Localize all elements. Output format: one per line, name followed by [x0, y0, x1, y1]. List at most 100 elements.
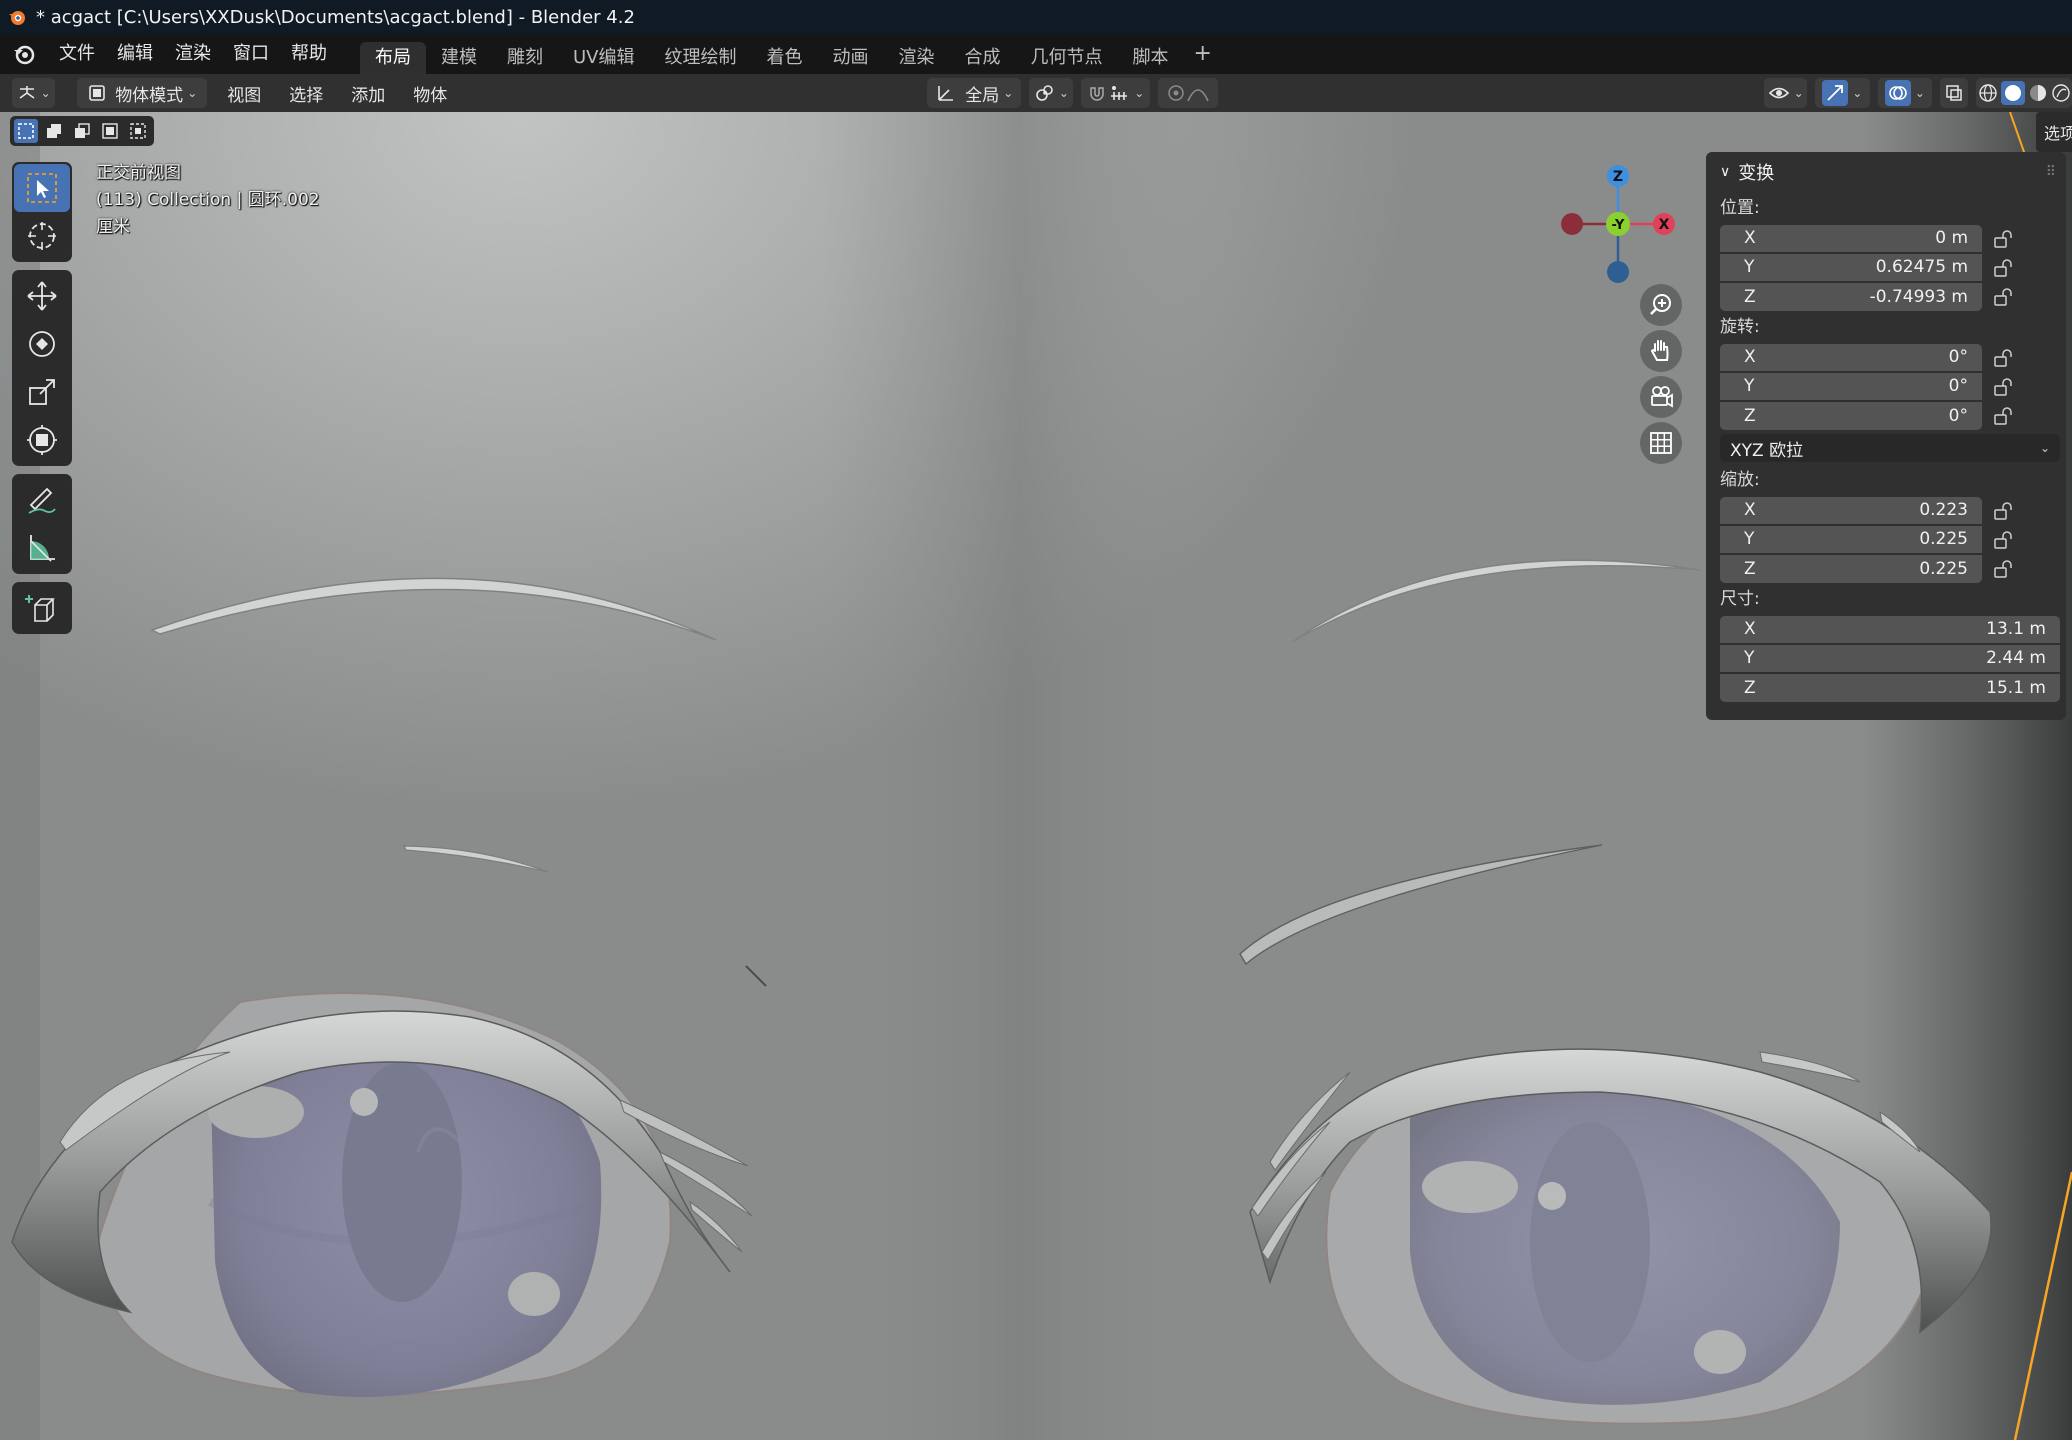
lock-icon[interactable]	[1982, 501, 2026, 520]
move-tool-icon[interactable]	[14, 272, 70, 320]
menu-add[interactable]: 添加	[337, 81, 399, 106]
top-menu-bar: 文件 编辑 渲染 窗口 帮助 布局 建模 雕刻 UV编辑 纹理绘制 着色 动画 …	[0, 34, 2072, 74]
rotation-y-row: Y 0°	[1706, 372, 2066, 401]
tab-modeling[interactable]: 建模	[426, 42, 492, 74]
dimensions-y-field[interactable]: Y 2.44 m	[1720, 644, 2060, 673]
drag-grip-icon[interactable]: ⠿	[2046, 164, 2056, 180]
tab-uv-editing[interactable]: UV编辑	[558, 42, 650, 74]
xray-toggle[interactable]	[1940, 78, 1969, 108]
transform-orientation-dropdown[interactable]: 全局 ⌄	[927, 78, 1022, 108]
lock-icon[interactable]	[1982, 377, 2026, 396]
menu-file[interactable]: 文件	[48, 34, 106, 74]
lash-strand	[745, 965, 767, 987]
menu-window[interactable]: 窗口	[222, 34, 280, 74]
scale-z-field[interactable]: Z 0.225	[1720, 554, 1982, 583]
menu-object[interactable]: 物体	[399, 81, 461, 106]
pan-hand-icon[interactable]	[1640, 330, 1682, 372]
visibility-dropdown[interactable]: ⌄	[1764, 78, 1808, 108]
navigation-gizmo[interactable]: Z X -Y	[1550, 162, 1690, 292]
tab-texture-paint[interactable]: 纹理绘制	[650, 42, 752, 74]
title-bar: * acgact [C:\Users\XXDusk\Documents\acga…	[0, 0, 2072, 34]
sidebar-transform-panel: ∨ 变换 ⠿ 位置: X 0 m Y 0.62475 m Z -0.74993 m 旋…	[1706, 152, 2066, 720]
xray-icon	[1946, 85, 1962, 101]
axis-label: Z	[1744, 677, 1756, 698]
transform-panel-header[interactable]: ∨ 变换 ⠿	[1706, 152, 2066, 192]
pivot-point-dropdown[interactable]: ⌄	[1029, 78, 1073, 108]
3d-viewport[interactable]: 正交前视图 (113) Collection | 圆环.002 厘米 Z X -…	[0, 112, 2072, 1440]
gizmo-toggle[interactable]: ⌄	[1815, 78, 1870, 108]
sidebar-tab-options[interactable]: 选项	[2036, 112, 2072, 152]
add-cube-tool-icon[interactable]	[14, 584, 70, 632]
location-x-field[interactable]: X 0 m	[1720, 224, 1982, 253]
wireframe-shading-icon[interactable]	[1978, 83, 1998, 103]
menu-edit[interactable]: 编辑	[106, 34, 164, 74]
field-value: 2.44 m	[1986, 648, 2046, 668]
lock-icon[interactable]	[1982, 348, 2026, 367]
menu-view[interactable]: 视图	[213, 81, 275, 106]
menu-select[interactable]: 选择	[275, 81, 337, 106]
solid-shading-icon[interactable]	[2000, 81, 2025, 105]
blender-menu-icon[interactable]	[0, 34, 48, 74]
scale-tool-icon[interactable]	[14, 368, 70, 416]
lock-icon[interactable]	[1982, 530, 2026, 549]
rendered-shading-icon[interactable]	[2051, 83, 2071, 103]
scale-x-row: X 0.223	[1706, 496, 2066, 525]
select-subtract-icon[interactable]	[70, 119, 94, 143]
location-z-field[interactable]: Z -0.74993 m	[1720, 282, 1982, 311]
menu-help[interactable]: 帮助	[280, 34, 338, 74]
measure-tool-icon[interactable]	[14, 524, 70, 572]
gizmo-icon	[1822, 80, 1849, 106]
select-new-icon[interactable]	[14, 119, 38, 143]
dimensions-z-field[interactable]: Z 15.1 m	[1720, 673, 2060, 702]
scale-y-field[interactable]: Y 0.225	[1720, 525, 1982, 554]
lock-icon[interactable]	[1982, 406, 2026, 425]
lock-icon[interactable]	[1982, 258, 2026, 277]
select-extend-icon[interactable]	[42, 119, 66, 143]
material-preview-icon[interactable]	[2028, 83, 2048, 103]
rotate-tool-icon[interactable]	[14, 320, 70, 368]
zoom-icon[interactable]	[1640, 284, 1682, 326]
rotation-label: 旋转:	[1720, 317, 1760, 337]
location-y-field[interactable]: Y 0.62475 m	[1720, 253, 1982, 282]
dimensions-x-field[interactable]: X 13.1 m	[1720, 615, 2060, 644]
menu-render[interactable]: 渲染	[164, 34, 222, 74]
select-box-tool-icon[interactable]	[14, 164, 70, 212]
rotation-mode-dropdown[interactable]: XYZ 欧拉 ⌄	[1720, 434, 2060, 462]
select-invert-icon[interactable]	[98, 119, 122, 143]
tab-rendering[interactable]: 渲染	[884, 42, 950, 74]
editor-type-button[interactable]: ⌄	[12, 78, 56, 108]
tab-animation[interactable]: 动画	[818, 42, 884, 74]
add-workspace-button[interactable]: +	[1184, 34, 1222, 74]
tab-shading[interactable]: 着色	[752, 42, 818, 74]
lock-icon[interactable]	[1982, 559, 2026, 578]
proportional-editing-group[interactable]	[1157, 78, 1219, 108]
axis-label: Y	[1744, 529, 1755, 549]
overlays-toggle[interactable]: ⌄	[1877, 78, 1933, 108]
cursor-tool-icon[interactable]	[14, 212, 70, 260]
axis-label: X	[1744, 228, 1756, 248]
tab-layout[interactable]: 布局	[360, 42, 426, 74]
tab-geometry-nodes[interactable]: 几何节点	[1016, 42, 1118, 74]
rotation-z-field[interactable]: Z 0°	[1720, 401, 1982, 430]
transform-tool-icon[interactable]	[14, 416, 70, 464]
eye-icon	[1768, 87, 1789, 99]
tab-scripting[interactable]: 脚本	[1118, 42, 1184, 74]
perspective-grid-icon[interactable]	[1640, 422, 1682, 464]
snapping-group[interactable]: ⌄	[1080, 78, 1150, 108]
active-collection-object: (113) Collection | 圆环.002	[96, 190, 320, 210]
lock-icon[interactable]	[1982, 229, 2026, 248]
gizmo-neg-x-axis[interactable]	[1561, 213, 1583, 235]
rotation-x-field[interactable]: X 0°	[1720, 343, 1982, 372]
select-intersect-icon[interactable]	[126, 119, 150, 143]
magnet-icon	[1090, 87, 1104, 101]
rotation-y-field[interactable]: Y 0°	[1720, 372, 1982, 401]
tab-sculpting[interactable]: 雕刻	[492, 42, 558, 74]
scale-x-field[interactable]: X 0.223	[1720, 496, 1982, 525]
annotate-tool-icon[interactable]	[14, 476, 70, 524]
object-mode-dropdown[interactable]: 物体模式 ⌄	[77, 78, 208, 108]
gizmo-neg-z-axis[interactable]	[1607, 261, 1629, 283]
tab-compositing[interactable]: 合成	[950, 42, 1016, 74]
camera-view-icon[interactable]	[1640, 376, 1682, 418]
orientation-label: 全局	[965, 85, 1000, 106]
lock-icon[interactable]	[1982, 287, 2026, 306]
